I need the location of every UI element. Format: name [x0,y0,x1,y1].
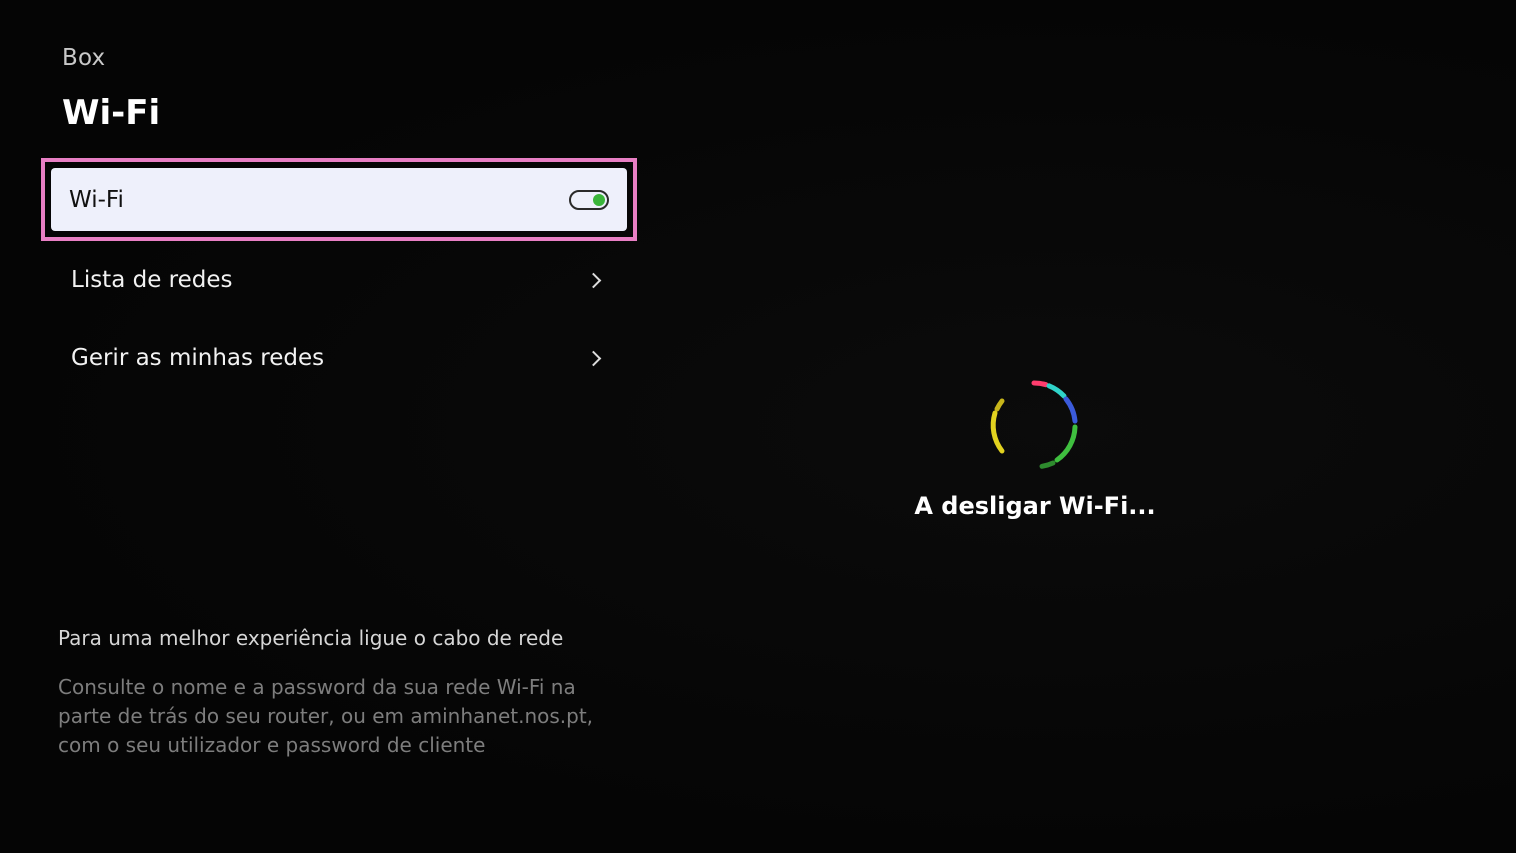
wifi-toggle-label: Wi-Fi [69,186,124,213]
wifi-toggle-row[interactable]: Wi-Fi [41,158,637,241]
menu-item-network-list[interactable]: Lista de redes [41,241,637,319]
menu-item-manage-networks-label: Gerir as minhas redes [71,345,325,371]
wifi-settings-screen: Box Wi-Fi Wi-Fi Lista de redes Gerir as … [0,0,1516,853]
loading-spinner-icon [990,380,1078,469]
menu-item-network-list-label: Lista de redes [71,267,233,293]
chevron-right-icon [585,272,602,288]
wifi-toggle-row-inner: Wi-Fi [51,168,627,231]
hint-body: Consulte o nome e a password da sua rede… [58,675,594,757]
menu-item-manage-networks-row: Gerir as minhas redes [71,345,607,371]
breadcrumb[interactable]: Box [62,45,105,71]
menu-item-manage-networks[interactable]: Gerir as minhas redes [41,319,637,397]
settings-menu: Wi-Fi Lista de redes Gerir as minhas red… [41,158,637,397]
chevron-right-icon [585,350,602,366]
wifi-toggle-switch[interactable] [569,189,609,210]
hint-title: Para uma melhor experiência ligue o cabo… [58,626,564,650]
status-message: A desligar Wi-Fi... [914,492,1156,520]
toggle-knob-icon [593,193,605,206]
menu-item-network-list-row: Lista de redes [71,267,607,293]
page-title: Wi-Fi [62,93,161,133]
